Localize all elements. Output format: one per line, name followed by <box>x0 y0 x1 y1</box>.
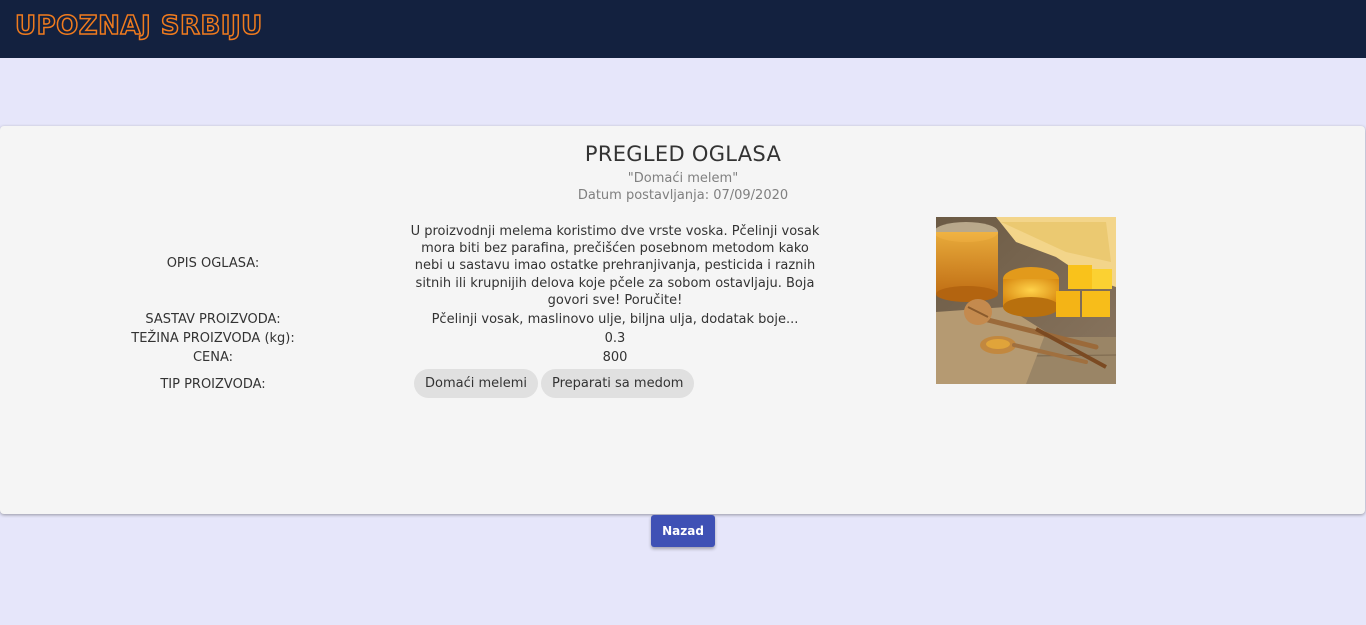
price-label: CENA: <box>192 350 234 365</box>
back-button[interactable]: Nazad <box>651 515 715 547</box>
ad-date: Datum postavljanja: 07/09/2020 <box>577 188 789 203</box>
type-label: TIP PROIZVODA: <box>160 377 266 392</box>
product-image <box>936 217 1116 384</box>
type-chip[interactable]: Domaći melemi <box>414 369 539 398</box>
weight-value: 0.3 <box>604 331 626 346</box>
composition-label: SASTAV PROIZVODA: <box>145 312 281 327</box>
weight-label: TEŽINA PROIZVODA (kg): <box>131 331 295 346</box>
type-chip[interactable]: Preparati sa medom <box>541 369 695 398</box>
description-label: OPIS OGLASA: <box>166 256 260 271</box>
site-logo[interactable]: UPOZNAJ SRBIJU <box>14 10 263 42</box>
ad-name: "Domaći melem" <box>627 171 739 186</box>
honey-photo-illustration <box>936 217 1116 384</box>
ad-description: U proizvodnji melema koristimo dve vrste… <box>410 224 820 308</box>
page-title: PREGLED OGLASA <box>584 142 782 166</box>
price-value: 800 <box>602 350 628 365</box>
composition-value: Pčelinji vosak, maslinovo ulje, biljna u… <box>431 312 799 327</box>
top-navbar: UPOZNAJ SRBIJU <box>0 0 1366 58</box>
